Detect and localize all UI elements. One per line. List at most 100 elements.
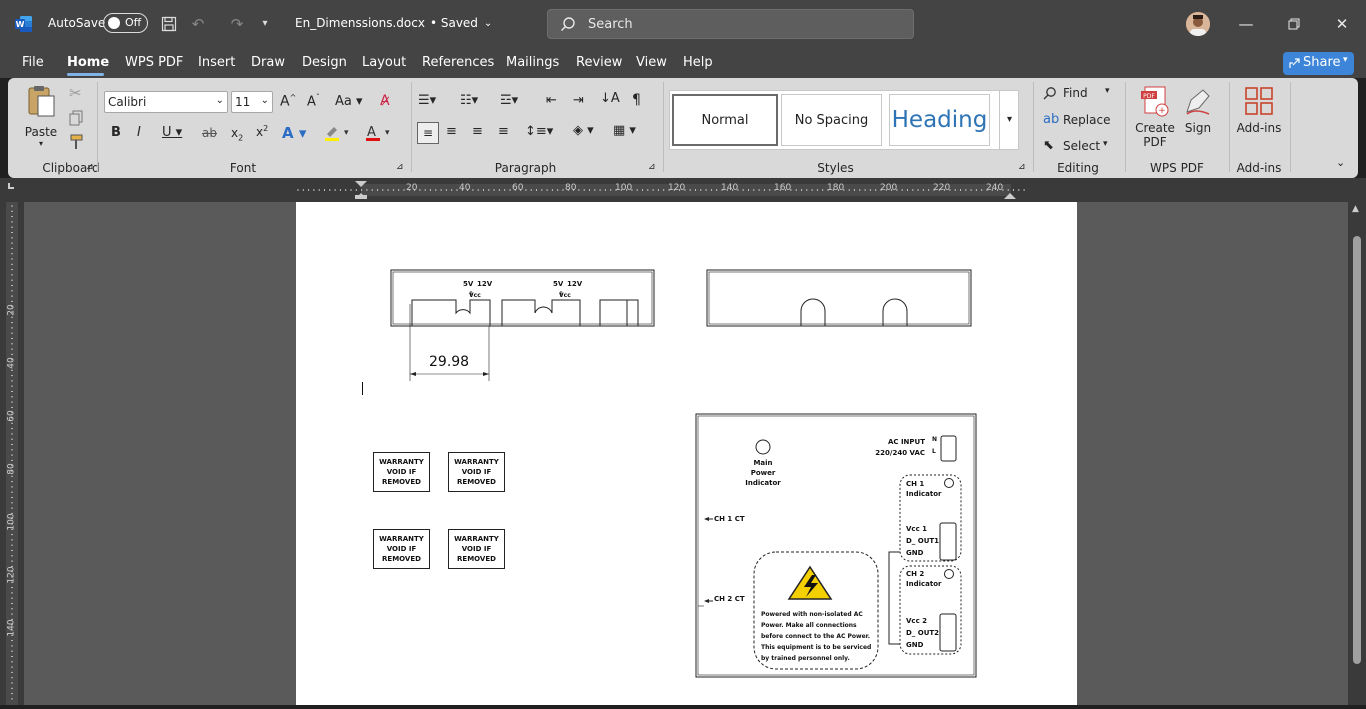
text-effects-icon[interactable]: A ▾ bbox=[282, 124, 306, 142]
tab-view[interactable]: View bbox=[636, 55, 667, 70]
select-button[interactable]: ⬉ Select ▾ bbox=[1043, 138, 1108, 153]
collapse-ribbon-icon[interactable]: ⌄ bbox=[1336, 156, 1345, 169]
document-name[interactable]: En_Dimenssions.docx • Saved ⌄ bbox=[295, 16, 492, 30]
tab-design[interactable]: Design bbox=[302, 55, 347, 70]
horizontal-ruler[interactable]: 20 40 60 80 100 120 140 160 180 200 220 … bbox=[0, 178, 1366, 202]
shading-icon[interactable]: ◈ ▾ bbox=[573, 123, 594, 138]
find-label: Find bbox=[1063, 86, 1088, 100]
vcc-label: Vcc bbox=[469, 292, 481, 299]
tab-wps-pdf[interactable]: WPS PDF bbox=[125, 55, 183, 70]
tab-draw[interactable]: Draw bbox=[251, 55, 285, 70]
avatar[interactable] bbox=[1186, 12, 1210, 36]
find-button[interactable]: Find ▾ bbox=[1043, 86, 1110, 103]
add-ins-group-label: Add-ins bbox=[1236, 161, 1282, 175]
tab-layout[interactable]: Layout bbox=[362, 55, 406, 70]
create-pdf-button[interactable]: PDF + Create PDF bbox=[1134, 86, 1176, 149]
replace-icon: ab bbox=[1043, 112, 1060, 127]
minimize-icon[interactable]: — bbox=[1234, 12, 1258, 36]
justify-icon[interactable]: ≡ bbox=[498, 124, 509, 139]
share-label: Share bbox=[1303, 55, 1341, 70]
highlight-color-icon[interactable]: ▾ bbox=[324, 124, 352, 145]
bold-button[interactable]: B bbox=[111, 125, 121, 140]
redo-icon[interactable]: ↷ bbox=[226, 13, 248, 35]
change-case-icon[interactable]: Aa ▾ bbox=[335, 94, 363, 109]
undo-icon[interactable]: ↶ bbox=[187, 13, 209, 35]
line-spacing-icon[interactable]: ↕≡▾ bbox=[525, 124, 553, 139]
show-formatting-icon[interactable]: ¶ bbox=[632, 92, 641, 108]
paste-button[interactable]: Paste ▾ bbox=[22, 84, 60, 148]
superscript-button[interactable]: x2 bbox=[256, 124, 268, 139]
dialog-launcher-icon[interactable]: ⊿ bbox=[1018, 162, 1026, 172]
sort-icon[interactable]: ↓A bbox=[600, 91, 620, 106]
chevron-down-icon: ▾ bbox=[38, 139, 43, 148]
vertical-ruler[interactable]: 20 40 60 80 100 120 140 bbox=[0, 202, 24, 705]
ruler-label: 40 bbox=[6, 357, 17, 369]
search-box[interactable]: Search bbox=[547, 9, 914, 39]
italic-button[interactable]: I bbox=[137, 125, 141, 140]
dialog-launcher-icon[interactable]: ⊿ bbox=[86, 162, 94, 172]
cut-icon[interactable]: ✂ bbox=[69, 84, 82, 102]
dialog-launcher-icon[interactable]: ⊿ bbox=[396, 162, 404, 172]
restore-icon[interactable] bbox=[1282, 12, 1306, 36]
format-painter-icon[interactable] bbox=[68, 134, 84, 153]
scrollbar-thumb[interactable] bbox=[1353, 236, 1361, 664]
add-ins-button[interactable]: Add-ins bbox=[1236, 86, 1282, 135]
ruler-label: 180 bbox=[827, 183, 845, 193]
supply-12v-label: 12V bbox=[567, 280, 583, 288]
align-left-icon[interactable]: ≡ bbox=[417, 122, 439, 144]
tab-help[interactable]: Help bbox=[683, 55, 713, 70]
shrink-font-icon[interactable]: Aˇ bbox=[307, 93, 320, 109]
dimension-value: 29.98 bbox=[429, 354, 470, 370]
scroll-up-icon[interactable]: ▲ bbox=[1352, 204, 1359, 214]
copy-icon[interactable] bbox=[68, 110, 84, 129]
autosave-toggle[interactable]: Off bbox=[103, 13, 148, 33]
replace-button[interactable]: ab Replace bbox=[1043, 112, 1110, 127]
style-heading[interactable]: Heading bbox=[889, 94, 990, 146]
style-no-spacing[interactable]: No Spacing bbox=[781, 94, 882, 146]
ch2-pin-labels: Vcc 2 D_ OUT2 GND bbox=[906, 617, 940, 649]
font-color-icon[interactable]: A ▾ bbox=[365, 124, 393, 145]
text-cursor bbox=[362, 382, 363, 395]
borders-icon[interactable]: ▦ ▾ bbox=[613, 123, 636, 138]
tab-review[interactable]: Review bbox=[576, 55, 622, 70]
tab-selector-icon[interactable] bbox=[8, 183, 14, 189]
underline-button[interactable]: U ▾ bbox=[162, 125, 182, 140]
search-placeholder: Search bbox=[588, 17, 633, 32]
styles-more-button[interactable]: ▾ bbox=[999, 90, 1019, 150]
tab-file[interactable]: File bbox=[22, 55, 44, 70]
style-normal[interactable]: Normal bbox=[672, 94, 778, 146]
vertical-scrollbar[interactable]: ▲ bbox=[1348, 202, 1366, 705]
align-center-icon[interactable]: ≡ bbox=[446, 124, 457, 139]
ch1-indicator-label: CH 1 Indicator bbox=[906, 480, 942, 498]
warranty-label: WARRANTY VOID IF REMOVED bbox=[373, 529, 430, 569]
title-bar: W AutoSave Off ↶ ↷ ▾ En_Dimenssions.docx… bbox=[0, 0, 1366, 48]
ch1-ct-label: CH 1 CT bbox=[714, 515, 745, 523]
document-page[interactable]: 5V 12V Vcc 5V 12V Vcc 29.98 WARRANTY VOID… bbox=[296, 202, 1077, 705]
bullets-icon[interactable]: ☰▾ bbox=[418, 93, 436, 108]
font-name-select[interactable]: Calibri ⌄ bbox=[104, 91, 228, 113]
clear-formatting-icon[interactable]: A̷ bbox=[380, 93, 390, 109]
tab-mailings[interactable]: Mailings bbox=[506, 55, 559, 70]
dialog-launcher-icon[interactable]: ⊿ bbox=[648, 162, 656, 172]
close-icon[interactable]: ✕ bbox=[1330, 12, 1354, 36]
replace-label: Replace bbox=[1063, 113, 1111, 127]
save-icon[interactable] bbox=[158, 13, 180, 35]
tab-references[interactable]: References bbox=[422, 55, 494, 70]
tab-home[interactable]: Home bbox=[67, 55, 109, 70]
decrease-indent-icon[interactable]: ⇤ bbox=[546, 93, 557, 108]
align-right-icon[interactable]: ≡ bbox=[472, 124, 483, 139]
subscript-button[interactable]: x2 bbox=[231, 126, 243, 142]
tab-insert[interactable]: Insert bbox=[198, 55, 235, 70]
strikethrough-button[interactable]: ab bbox=[202, 126, 217, 140]
clipboard-group-label: Clipboard bbox=[42, 161, 100, 175]
sign-button[interactable]: Sign bbox=[1180, 86, 1216, 135]
grow-font-icon[interactable]: A^ bbox=[280, 93, 296, 110]
chevron-down-icon: ⌄ bbox=[215, 95, 224, 106]
numbering-icon[interactable]: ☷▾ bbox=[460, 93, 478, 108]
increase-indent-icon[interactable]: ⇥ bbox=[573, 93, 584, 108]
multilevel-list-icon[interactable]: ☲▾ bbox=[500, 93, 518, 108]
share-button[interactable]: Share ▾ bbox=[1283, 52, 1354, 75]
ruler-label: 60 bbox=[6, 410, 17, 422]
customize-qat-icon[interactable]: ▾ bbox=[254, 13, 276, 35]
font-size-select[interactable]: 11 ⌄ bbox=[231, 91, 273, 113]
